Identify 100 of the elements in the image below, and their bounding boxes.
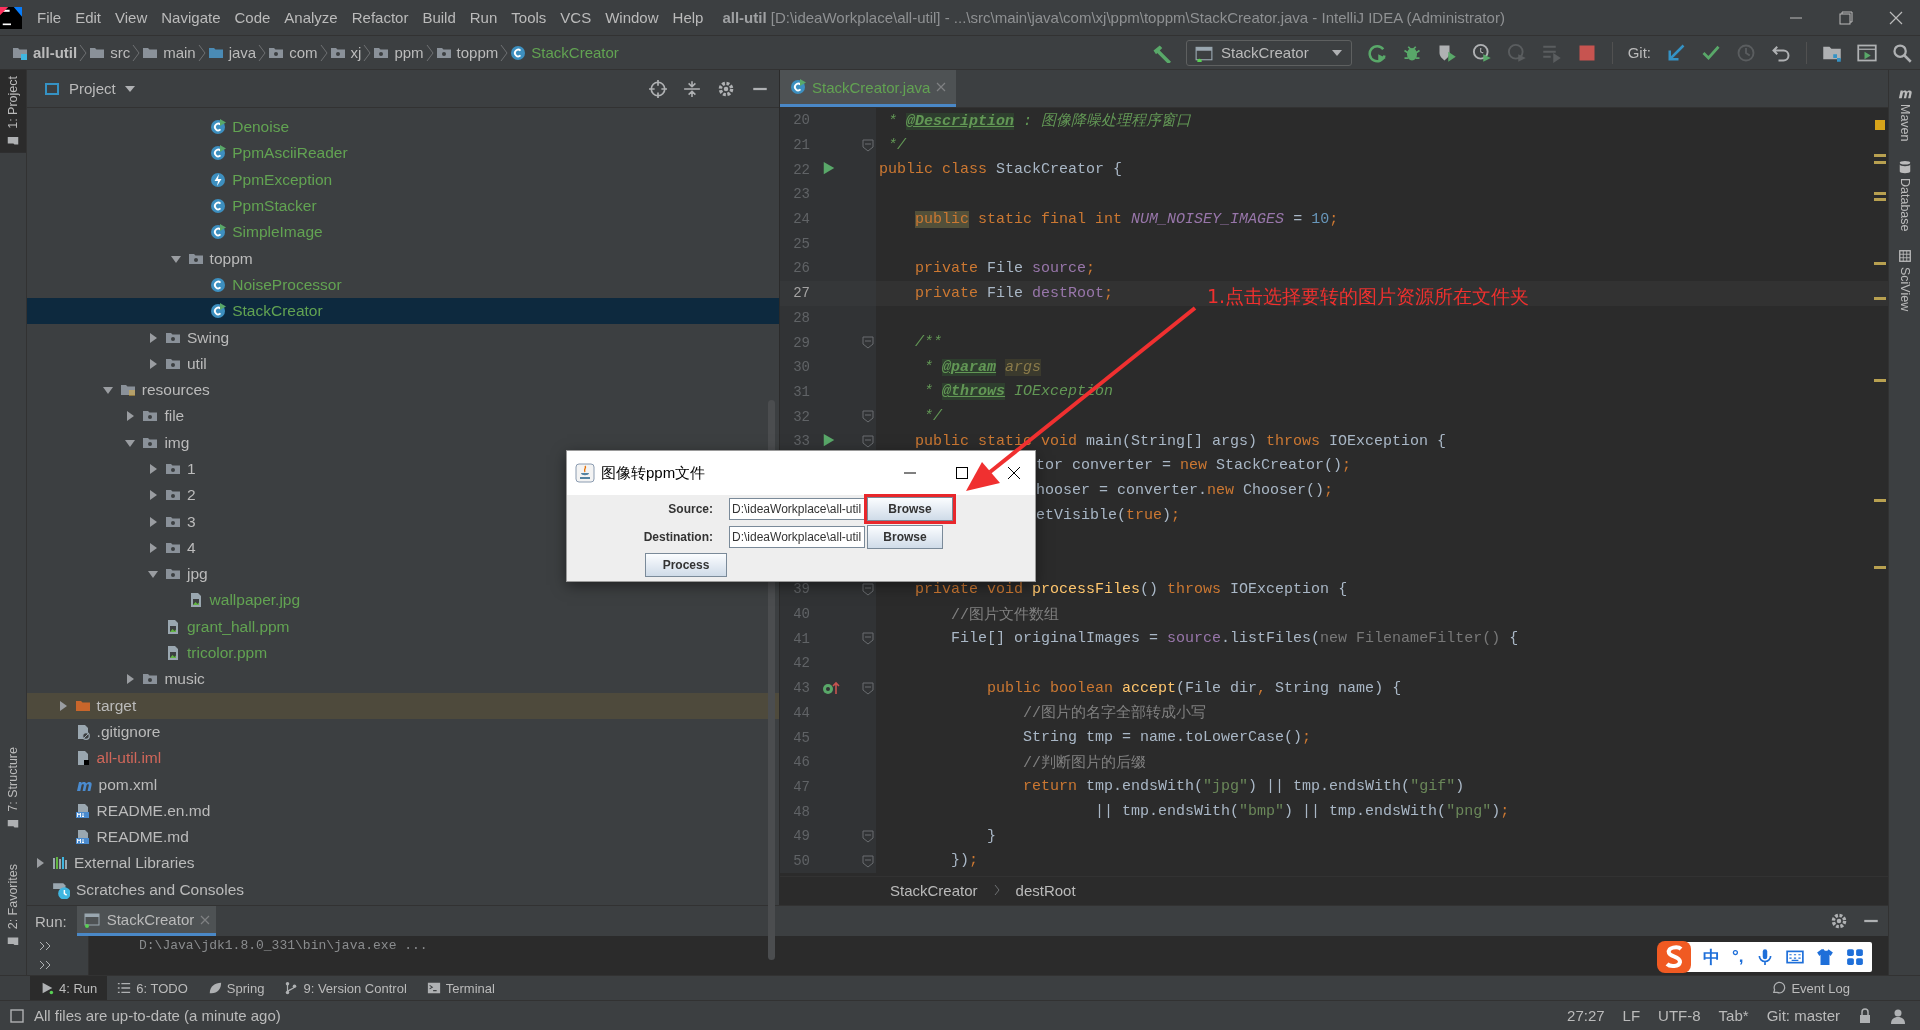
- expand-arrow-icon[interactable]: [147, 541, 159, 554]
- fold-marker-icon[interactable]: [862, 829, 874, 843]
- tree-item[interactable]: README.md: [27, 824, 199, 851]
- person-icon[interactable]: [1890, 1007, 1906, 1024]
- breadcrumb-item[interactable]: java: [205, 44, 259, 61]
- tree-item[interactable]: PpmAsciiReader: [27, 140, 358, 167]
- run-configuration-dropdown[interactable]: StackCreator: [1186, 39, 1352, 66]
- breadcrumb-item[interactable]: src: [87, 44, 133, 61]
- tree-item[interactable]: util: [27, 350, 217, 377]
- restore-icon[interactable]: [1838, 9, 1854, 26]
- menu-item[interactable]: File: [30, 9, 69, 26]
- fold-marker-icon[interactable]: [862, 138, 874, 152]
- status-item[interactable]: Git: master: [1766, 1007, 1840, 1024]
- menu-item[interactable]: VCS: [553, 9, 599, 26]
- tool-window-button[interactable]: 4: Run: [30, 976, 108, 1000]
- tree-item[interactable]: pom.xml: [27, 771, 168, 798]
- menu-item[interactable]: Edit: [68, 9, 109, 26]
- input-mode-toggle[interactable]: 中: [1703, 945, 1720, 969]
- tool-window-tab[interactable]: 1: Project: [0, 70, 26, 153]
- tool-window-tab[interactable]: SciView: [1897, 247, 1912, 314]
- tree-item[interactable]: NoiseProcessor: [27, 271, 352, 299]
- tool-window-button[interactable]: Terminal: [416, 976, 505, 1000]
- breadcrumb-item[interactable]: all-util: [10, 44, 80, 61]
- double-chevron-icon[interactable]: [39, 940, 53, 951]
- breadcrumb-item[interactable]: com: [266, 44, 320, 61]
- path-field[interactable]: D:\ideaWorkplace\all-util: [729, 498, 865, 520]
- tree-item[interactable]: all-util.iml: [27, 745, 172, 772]
- breadcrumb-item[interactable]: ppm: [371, 44, 426, 61]
- tree-item[interactable]: .gitignore: [27, 718, 171, 746]
- profile-clock-icon[interactable]: [1471, 42, 1492, 63]
- fold-marker-icon[interactable]: [862, 583, 874, 597]
- tree-item[interactable]: wallpaper.jpg: [27, 587, 311, 614]
- expand-arrow-icon[interactable]: [147, 357, 159, 370]
- expand-arrow-icon[interactable]: [147, 331, 159, 344]
- punctuation-toggle[interactable]: °,: [1732, 947, 1744, 967]
- tree-item[interactable]: PpmException: [27, 166, 343, 193]
- process-button[interactable]: Process: [645, 553, 727, 577]
- menu-item[interactable]: Navigate: [154, 9, 228, 26]
- tree-item[interactable]: Denoise: [27, 114, 300, 141]
- tree-item[interactable]: README.en.md: [27, 797, 221, 824]
- tree-item[interactable]: 4: [27, 534, 206, 562]
- fold-marker-icon[interactable]: [862, 854, 874, 868]
- expand-arrow-icon[interactable]: [147, 463, 159, 475]
- run-gutter-icon[interactable]: [822, 161, 836, 176]
- settings-icon[interactable]: [717, 79, 735, 98]
- menu-item[interactable]: View: [108, 9, 155, 26]
- settings-icon[interactable]: [1830, 912, 1848, 930]
- tree-item[interactable]: resources: [27, 376, 220, 404]
- project-view-selector[interactable]: Project: [37, 79, 142, 98]
- tool-window-tab[interactable]: Database: [1897, 157, 1912, 234]
- menu-item[interactable]: Help: [665, 9, 711, 26]
- breadcrumb-item[interactable]: destRoot: [1009, 880, 1082, 900]
- tree-item[interactable]: Swing: [27, 324, 240, 351]
- tree-item[interactable]: tricolor.ppm: [27, 639, 278, 667]
- breadcrumb-item[interactable]: StackCreator: [884, 880, 984, 900]
- tree-item[interactable]: SimpleImage: [27, 219, 333, 246]
- menu-item[interactable]: Run: [462, 9, 505, 26]
- tool-window-button[interactable]: 6: TODO: [107, 976, 198, 1000]
- menu-item[interactable]: Tools: [504, 9, 554, 26]
- run-tab[interactable]: StackCreator: [76, 906, 217, 936]
- fold-marker-icon[interactable]: [862, 336, 874, 350]
- tool-window-tab[interactable]: Maven: [1897, 84, 1912, 144]
- tool-window-tab[interactable]: 7: Structure: [0, 741, 26, 836]
- tree-item[interactable]: jpg: [27, 561, 218, 588]
- breadcrumb-item[interactable]: StackCreator: [508, 44, 621, 61]
- fold-marker-icon[interactable]: [862, 632, 874, 646]
- menu-item[interactable]: Window: [598, 9, 666, 26]
- status-item[interactable]: 27:27: [1567, 1007, 1605, 1024]
- menu-item[interactable]: Analyze: [277, 9, 345, 26]
- menu-item[interactable]: Build: [415, 9, 463, 26]
- tree-item[interactable]: PpmStacker: [27, 192, 327, 220]
- close-icon[interactable]: [1007, 466, 1021, 480]
- browse-button[interactable]: Browse: [867, 497, 953, 521]
- input-method-logo-icon[interactable]: [1655, 939, 1693, 975]
- tree-item[interactable]: toppm: [27, 245, 263, 272]
- shirt-icon[interactable]: [1815, 948, 1834, 966]
- rerun-icon[interactable]: [1366, 42, 1387, 63]
- status-item[interactable]: UTF-8: [1658, 1007, 1701, 1024]
- tree-item[interactable]: StackCreator: [27, 298, 779, 325]
- presentation-icon[interactable]: [1857, 42, 1877, 63]
- collapse-all-icon[interactable]: [683, 79, 701, 98]
- breadcrumb-item[interactable]: toppm: [433, 44, 501, 61]
- fold-marker-icon[interactable]: [862, 434, 874, 448]
- tool-window-button[interactable]: Spring: [197, 976, 275, 1000]
- breadcrumb-item[interactable]: xj: [327, 44, 364, 61]
- tree-item[interactable]: Scratches and Consoles: [27, 876, 254, 903]
- browse-button[interactable]: Browse: [867, 525, 943, 549]
- tree-item[interactable]: target: [27, 692, 779, 719]
- expand-arrow-icon[interactable]: [147, 489, 159, 502]
- tool-window-tab[interactable]: 2: Favorites: [0, 857, 26, 953]
- breadcrumb-item[interactable]: main: [140, 44, 198, 61]
- tree-item[interactable]: 3: [27, 508, 206, 535]
- expand-arrow-icon[interactable]: [34, 857, 46, 870]
- square-icon[interactable]: [10, 1008, 24, 1023]
- override-gutter-icon[interactable]: [822, 679, 840, 696]
- tree-item[interactable]: img: [27, 429, 200, 456]
- double-chevron-icon[interactable]: [39, 960, 53, 971]
- tool-window-button[interactable]: 9: Version Control: [274, 976, 417, 1000]
- status-item[interactable]: LF: [1622, 1007, 1641, 1024]
- tree-item[interactable]: 2: [27, 482, 206, 509]
